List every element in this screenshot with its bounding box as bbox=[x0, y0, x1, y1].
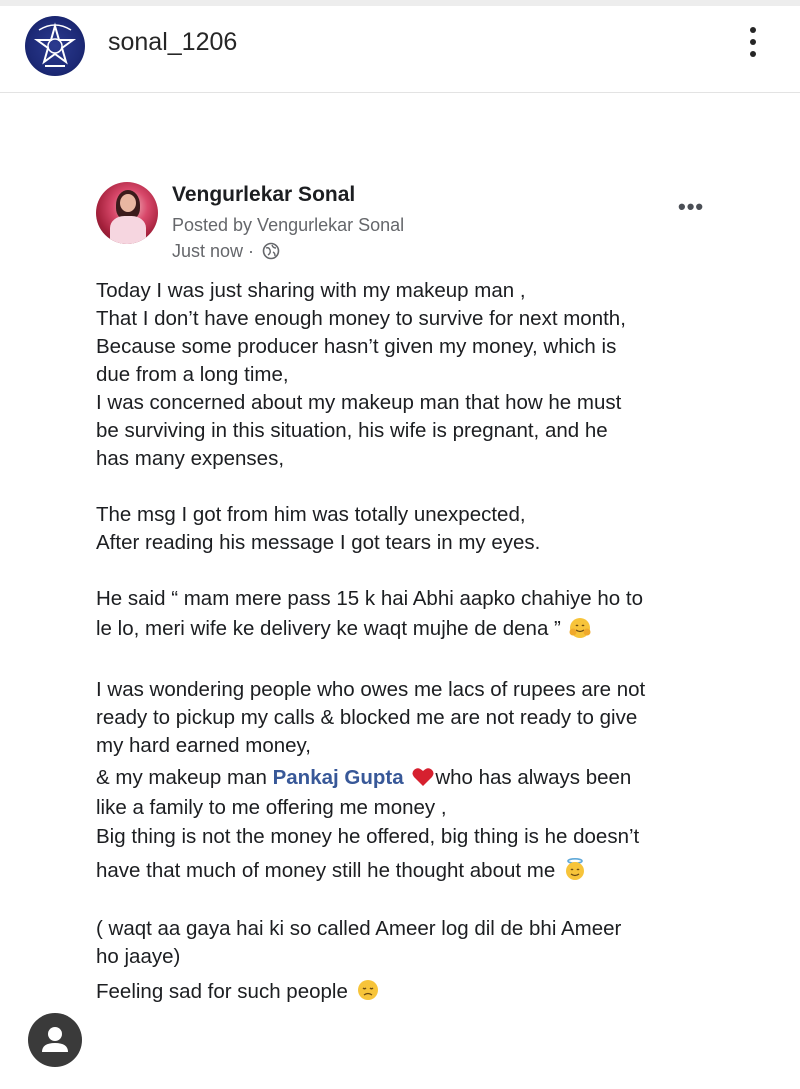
post-line: le lo, meri wife ke delivery ke waqt muj… bbox=[96, 617, 591, 645]
post-line-text: who has always been bbox=[435, 766, 632, 789]
post-line: has many expenses, bbox=[96, 447, 285, 470]
post-line: due from a long time, bbox=[96, 363, 289, 386]
post-line: Big thing is not the money he offered, b… bbox=[96, 825, 640, 848]
post-line: & my makeup man Pankaj Gupta who has alw… bbox=[96, 766, 631, 794]
horizontal-ellipsis-icon[interactable]: ••• bbox=[678, 194, 704, 220]
mention-link[interactable]: Pankaj Gupta bbox=[273, 766, 404, 789]
red-heart-emoji bbox=[411, 766, 435, 794]
instagram-username[interactable]: sonal_1206 bbox=[108, 28, 237, 57]
post-line: have that much of money still he thought… bbox=[96, 857, 587, 887]
post-line: Feeling sad for such people bbox=[96, 978, 380, 1008]
post-line: That I don’t have enough money to surviv… bbox=[96, 307, 626, 330]
post-line: Because some producer hasn’t given my mo… bbox=[96, 335, 617, 358]
instagram-post-header: sonal_1206 bbox=[0, 6, 800, 93]
author-name[interactable]: Vengurlekar Sonal bbox=[172, 183, 355, 207]
hugging-face-emoji bbox=[569, 617, 591, 645]
post-line: I was concerned about my makeup man that… bbox=[96, 391, 622, 414]
post-line: be surviving in this situation, his wife… bbox=[96, 419, 608, 442]
globe-icon bbox=[262, 242, 280, 265]
post-line: ho jaaye) bbox=[96, 945, 181, 968]
user-profile-icon[interactable] bbox=[28, 1013, 82, 1067]
posted-by-label: Posted by Vengurlekar Sonal bbox=[172, 215, 405, 235]
post-line: ready to pickup my calls & blocked me ar… bbox=[96, 706, 638, 729]
disappointed-face-emoji bbox=[356, 978, 380, 1008]
post-line: my hard earned money, bbox=[96, 734, 311, 757]
post-line: Today I was just sharing with my makeup … bbox=[96, 279, 526, 302]
post-line-text: have that much of money still he thought… bbox=[96, 859, 556, 882]
post-line-text: & my makeup man bbox=[96, 766, 273, 789]
post-line: After reading his message I got tears in… bbox=[96, 531, 541, 554]
smiling-face-with-halo-emoji bbox=[563, 857, 587, 887]
post-line: He said “ mam mere pass 15 k hai Abhi aa… bbox=[96, 587, 643, 610]
post-line: The msg I got from him was totally unexp… bbox=[96, 503, 526, 526]
timestamp-text: Just now · bbox=[172, 241, 255, 261]
post-line-text: le lo, meri wife ke delivery ke waqt muj… bbox=[96, 617, 561, 640]
author-avatar[interactable] bbox=[96, 182, 158, 244]
police-emblem-icon[interactable] bbox=[25, 16, 85, 76]
post-timestamp: Just now · bbox=[172, 241, 280, 265]
vertical-ellipsis-icon[interactable] bbox=[738, 24, 768, 64]
post-line: I was wondering people who owes me lacs … bbox=[96, 678, 646, 701]
post-line: like a family to me offering me money , bbox=[96, 796, 447, 819]
post-line-text: Feeling sad for such people bbox=[96, 980, 348, 1003]
post-line: ( waqt aa gaya hai ki so called Ameer lo… bbox=[96, 917, 622, 940]
